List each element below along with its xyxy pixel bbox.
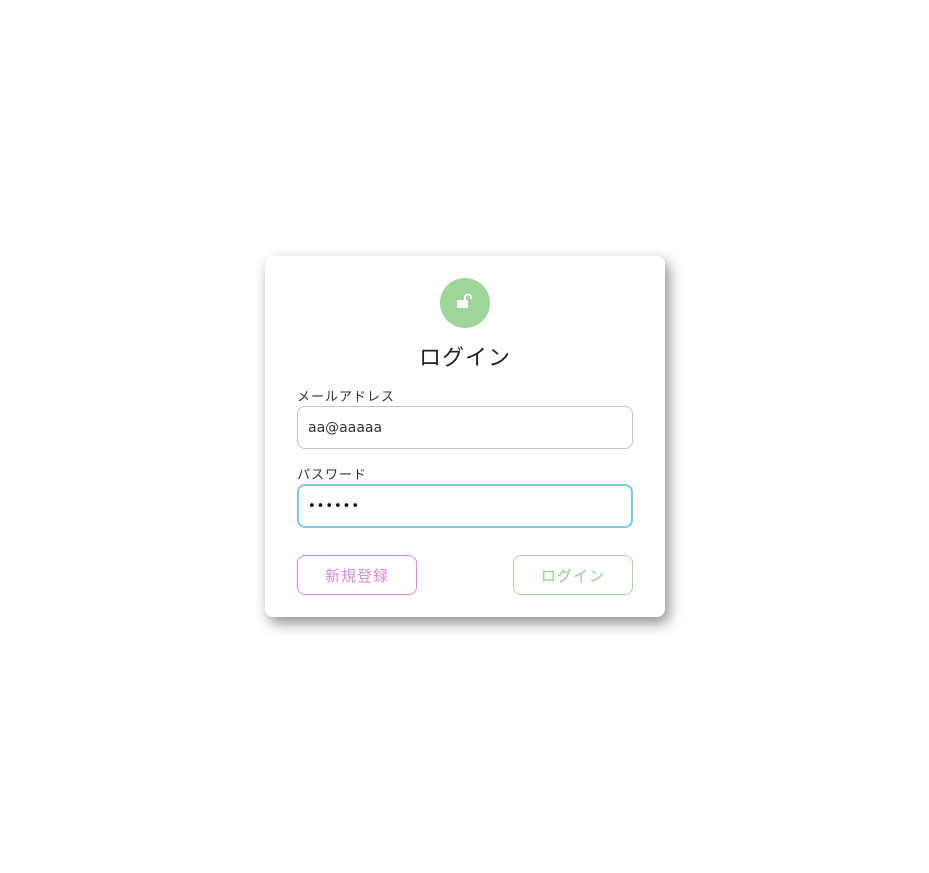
register-button[interactable]: 新規登録 — [297, 555, 417, 595]
lock-open-icon — [456, 293, 474, 313]
page-title: ログイン — [418, 346, 511, 371]
login-card: ログイン メールアドレス aa@aaaaa パスワード •••••• 新規登録 … — [265, 256, 665, 617]
avatar — [440, 278, 490, 328]
email-value: aa@aaaaa — [308, 419, 383, 436]
email-label: メールアドレス — [297, 390, 396, 405]
email-field[interactable]: aa@aaaaa — [297, 406, 633, 449]
password-label: パスワード — [297, 468, 368, 483]
login-button[interactable]: ログイン — [513, 555, 633, 595]
password-value: •••••• — [308, 498, 361, 514]
password-field[interactable]: •••••• — [297, 484, 633, 528]
